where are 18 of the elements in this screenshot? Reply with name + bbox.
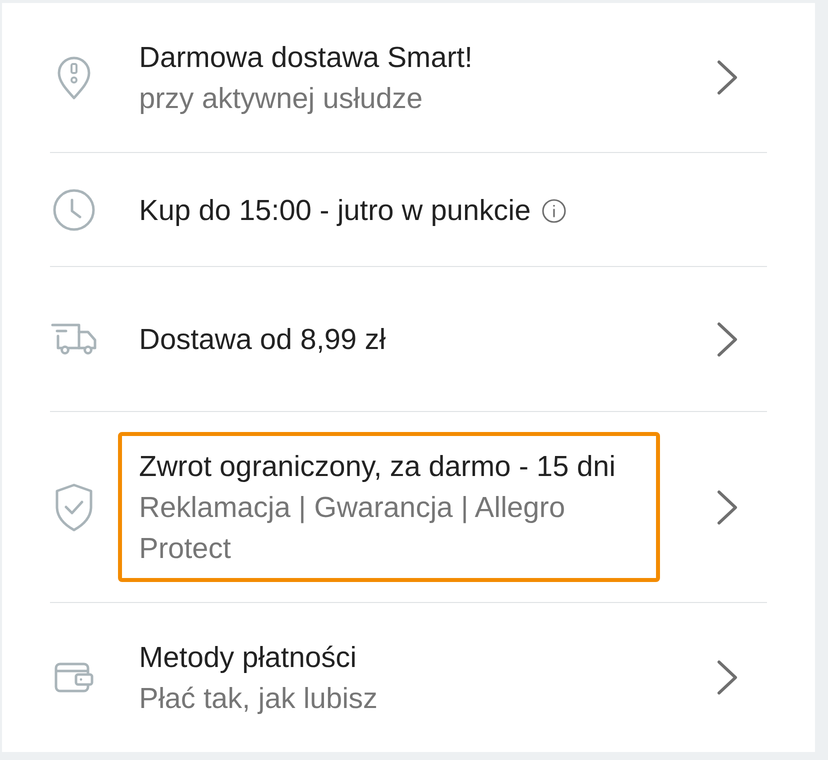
chevron-right-icon[interactable] <box>717 60 738 95</box>
map-pin-exclamation-icon <box>57 56 91 100</box>
truck-icon <box>51 323 97 355</box>
item-title: Zwrot ograniczony, za darmo - 15 dni <box>139 450 616 485</box>
item-title: Dostawa od 8,99 zł <box>139 323 386 358</box>
item-subtitle: Reklamacja | Gwarancja | Allegro Protect <box>139 491 566 567</box>
item-title: Metody płatności <box>139 641 357 676</box>
chevron-right-icon[interactable] <box>717 660 738 695</box>
item-title: Kup do 15:00 - jutro w punkcie <box>139 194 531 228</box>
shield-check-icon <box>55 482 93 532</box>
clock-icon <box>53 188 95 230</box>
wallet-icon <box>54 662 94 693</box>
item-subtitle: przy aktywnej usłudze <box>139 82 424 117</box>
item-subtitle: Płać tak, jak lubisz <box>139 682 379 717</box>
chevron-right-icon[interactable] <box>717 322 738 356</box>
chevron-right-icon[interactable] <box>717 490 738 524</box>
info-icon[interactable] <box>542 199 566 223</box>
item-title: Darmowa dostawa Smart! <box>139 41 473 76</box>
